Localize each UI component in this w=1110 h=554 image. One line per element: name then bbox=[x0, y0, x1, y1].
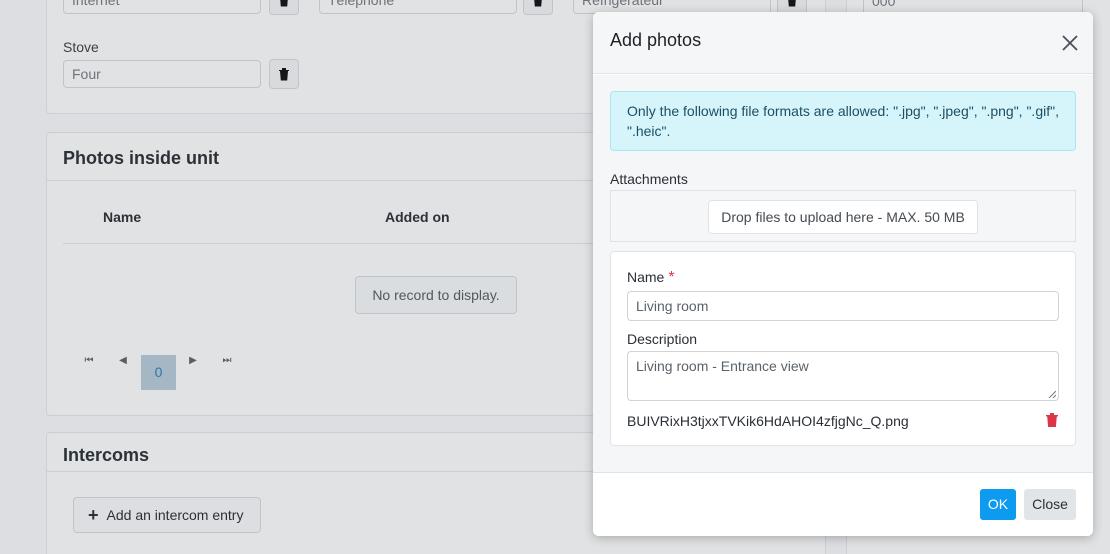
close-icon[interactable] bbox=[1061, 34, 1079, 52]
close-button[interactable]: Close bbox=[1024, 489, 1076, 520]
resize-handle-icon[interactable] bbox=[1048, 390, 1056, 398]
name-label-text: Name bbox=[627, 269, 665, 285]
description-label: Description bbox=[627, 331, 698, 347]
uploaded-file-name: BUIVRixH3tjxxTVKik6HdAHOI4zfjgNc_Q.png bbox=[627, 413, 909, 429]
attachments-label: Attachments bbox=[610, 171, 688, 187]
modal-header: Add photos bbox=[593, 12, 1093, 74]
name-label: Name * bbox=[627, 269, 675, 287]
modal-footer: OK Close bbox=[593, 472, 1093, 536]
modal-body: Only the following file formats are allo… bbox=[593, 75, 1093, 472]
name-input[interactable]: Living room bbox=[627, 291, 1059, 321]
ok-button[interactable]: OK bbox=[980, 489, 1016, 520]
description-text: Living room - Entrance view bbox=[636, 358, 809, 374]
file-format-alert: Only the following file formats are allo… bbox=[610, 91, 1076, 151]
required-marker: * bbox=[668, 269, 675, 286]
file-dropzone[interactable]: Drop files to upload here - MAX. 50 MB bbox=[610, 190, 1076, 242]
add-photos-modal: Add photos Only the following file forma… bbox=[593, 12, 1093, 536]
uploaded-file-card: Name * Living room Description Living roo… bbox=[610, 251, 1076, 446]
trash-icon[interactable] bbox=[1045, 412, 1059, 428]
modal-title: Add photos bbox=[610, 30, 702, 50]
description-textarea[interactable]: Living room - Entrance view bbox=[627, 351, 1059, 401]
dropzone-button[interactable]: Drop files to upload here - MAX. 50 MB bbox=[708, 200, 978, 234]
